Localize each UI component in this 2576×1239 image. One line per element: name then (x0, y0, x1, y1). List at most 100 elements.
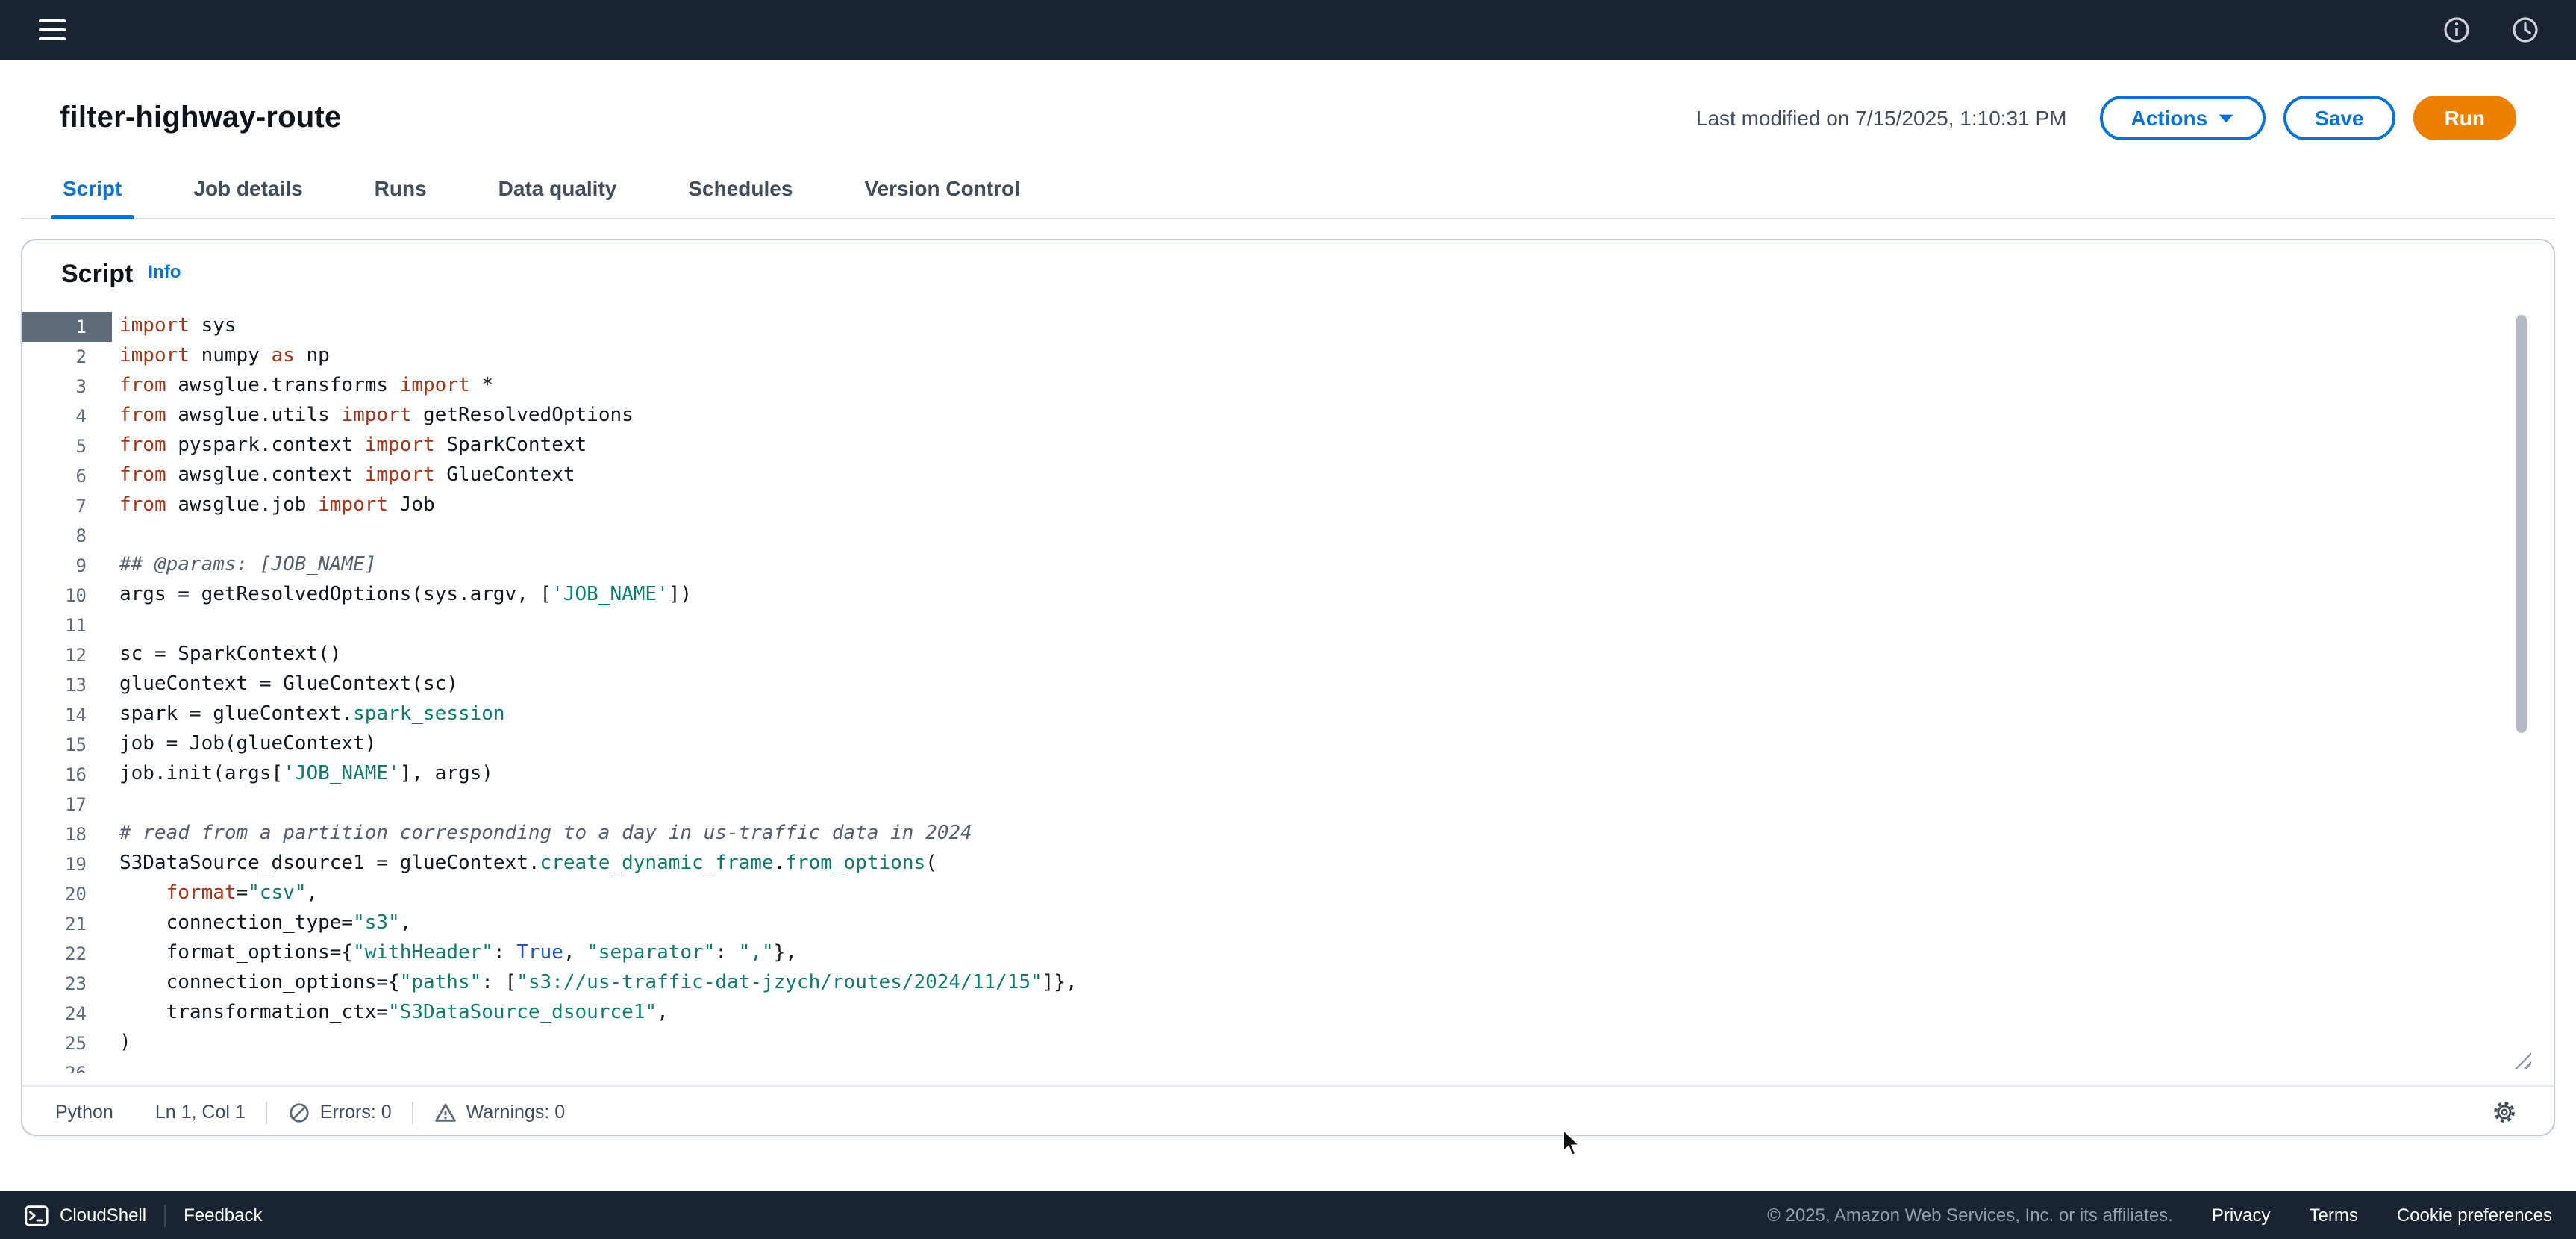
script-panel: Script Info 1234567891011121314151617181… (21, 239, 2555, 1136)
page-title: filter-highway-route (60, 101, 341, 135)
code-lines: import sysimport numpy as npfrom awsglue… (112, 312, 2554, 1073)
clock-icon[interactable] (2507, 12, 2543, 48)
line-number: 18 (22, 820, 112, 849)
line-number: 13 (22, 670, 112, 700)
code-line: from awsglue.utils import getResolvedOpt… (119, 402, 2554, 431)
topbar (0, 0, 2576, 60)
line-number: 12 (22, 640, 112, 670)
tab-bar: Script Job details Runs Data quality Schedul… (21, 176, 2555, 219)
line-number: 6 (22, 461, 112, 491)
code-line: transformation_ctx="S3DataSource_dsource… (119, 999, 2554, 1029)
errors-status: Errors: 0 (289, 1101, 392, 1123)
tab-job-details[interactable]: Job details (190, 176, 305, 218)
line-number: 5 (22, 431, 112, 461)
last-modified-text: Last modified on 7/15/2025, 1:10:31 PM (1696, 106, 2067, 130)
code-line: from awsglue.transforms import * (119, 372, 2554, 402)
line-number: 7 (22, 491, 112, 521)
cloudshell-button[interactable]: CloudShell (24, 1202, 146, 1228)
editor-statusbar: Python Ln 1, Col 1 Errors: 0 Warnings: 0 (22, 1085, 2554, 1136)
line-number: 22 (22, 939, 112, 969)
actions-button[interactable]: Actions (2099, 96, 2266, 140)
app-root: filter-highway-route Last modified on 7/… (0, 0, 2576, 1239)
info-link[interactable]: Info (148, 261, 181, 282)
footer: CloudShell Feedback © 2025, Amazon Web S… (0, 1191, 2576, 1239)
line-number: 24 (22, 999, 112, 1029)
line-number: 21 (22, 909, 112, 939)
code-line (119, 790, 2554, 820)
page-header: filter-highway-route Last modified on 7/… (0, 60, 2576, 176)
code-line: job = Job(glueContext) (119, 730, 2554, 760)
code-line: S3DataSource_dsource1 = glueContext.crea… (119, 849, 2554, 879)
cursor-position: Ln 1, Col 1 (155, 1102, 246, 1123)
line-number: 19 (22, 849, 112, 879)
tab-version-control[interactable]: Version Control (861, 176, 1022, 218)
warnings-label: Warnings: 0 (466, 1102, 565, 1123)
errors-label: Errors: 0 (320, 1102, 392, 1123)
editor-scrollbar[interactable] (2516, 315, 2527, 1067)
save-button[interactable]: Save (2283, 96, 2395, 140)
tab-script[interactable]: Script (60, 176, 125, 218)
code-line: from awsglue.job import Job (119, 491, 2554, 521)
line-number: 17 (22, 790, 112, 820)
line-number: 25 (22, 1029, 112, 1058)
line-number: 20 (22, 879, 112, 909)
editor-settings-button[interactable] (2488, 1096, 2521, 1129)
line-number: 10 (22, 581, 112, 611)
code-line: from pyspark.context import SparkContext (119, 431, 2554, 461)
terms-link[interactable]: Terms (2310, 1205, 2358, 1226)
line-number: 16 (22, 760, 112, 790)
scrollbar-thumb[interactable] (2516, 315, 2527, 733)
warnings-status: Warnings: 0 (435, 1101, 565, 1123)
code-line: args = getResolvedOptions(sys.argv, ['JO… (119, 581, 2554, 611)
code-line (119, 611, 2554, 640)
footer-divider (164, 1204, 166, 1226)
cloudshell-icon (24, 1202, 49, 1228)
line-gutter: 1234567891011121314151617181920212223242… (22, 312, 112, 1073)
code-line: format="csv", (119, 879, 2554, 909)
warning-icon (435, 1101, 457, 1123)
code-line: ) (119, 1029, 2554, 1058)
code-editor[interactable]: 1234567891011121314151617181920212223242… (22, 312, 2554, 1073)
tab-runs[interactable]: Runs (372, 176, 430, 218)
language-label: Python (55, 1102, 113, 1123)
code-line: connection_type="s3", (119, 909, 2554, 939)
line-number: 2 (22, 342, 112, 372)
privacy-link[interactable]: Privacy (2212, 1205, 2271, 1226)
main-content: filter-highway-route Last modified on 7/… (0, 60, 2576, 1191)
line-number: 26 (22, 1058, 112, 1073)
line-number: 4 (22, 402, 112, 431)
cookie-preferences-link[interactable]: Cookie preferences (2397, 1205, 2552, 1226)
copyright-text: © 2025, Amazon Web Services, Inc. or its… (1767, 1205, 2173, 1226)
code-line: import sys (119, 312, 2554, 342)
line-number: 23 (22, 969, 112, 999)
line-number: 11 (22, 611, 112, 640)
panel-title: Script (61, 260, 133, 290)
info-icon[interactable] (2439, 12, 2475, 48)
code-line: glueContext = GlueContext(sc) (119, 670, 2554, 700)
code-line: # read from a partition corresponding to… (119, 820, 2554, 849)
cloudshell-label: CloudShell (60, 1205, 146, 1226)
code-line: format_options={"withHeader": True, "sep… (119, 939, 2554, 969)
menu-icon[interactable] (33, 13, 72, 46)
line-number: 8 (22, 521, 112, 551)
tab-data-quality[interactable]: Data quality (495, 176, 620, 218)
code-line: import numpy as np (119, 342, 2554, 372)
caret-down-icon (2218, 113, 2234, 123)
line-number: 3 (22, 372, 112, 402)
statusbar-divider (266, 1101, 268, 1123)
code-line (119, 521, 2554, 551)
line-number: 15 (22, 730, 112, 760)
script-panel-header: Script Info (22, 240, 2554, 312)
statusbar-divider (413, 1101, 414, 1123)
run-button[interactable]: Run (2413, 96, 2516, 140)
code-line: ## @params: [JOB_NAME] (119, 551, 2554, 581)
code-line: connection_options={"paths": ["s3://us-t… (119, 969, 2554, 999)
line-number: 14 (22, 700, 112, 730)
error-icon (289, 1101, 311, 1123)
line-number: 9 (22, 551, 112, 581)
feedback-link[interactable]: Feedback (184, 1205, 262, 1226)
tab-schedules[interactable]: Schedules (685, 176, 795, 218)
code-line (119, 1058, 2554, 1073)
code-line: from awsglue.context import GlueContext (119, 461, 2554, 491)
code-line: spark = glueContext.spark_session (119, 700, 2554, 730)
